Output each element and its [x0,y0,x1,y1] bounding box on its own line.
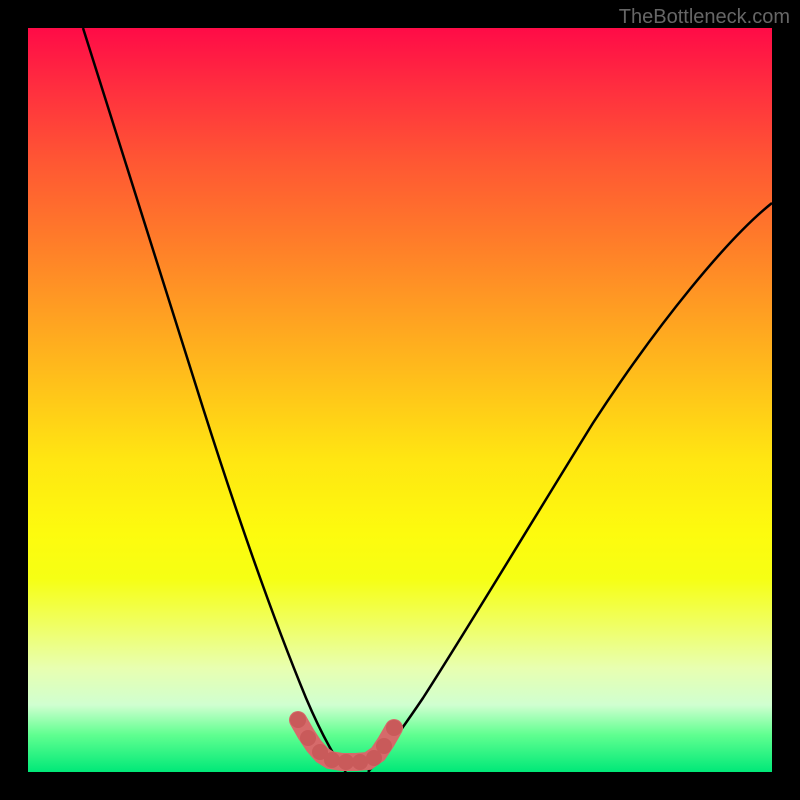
curve-right [368,203,772,772]
chart-svg [28,28,772,772]
marker-bracket [298,720,394,762]
curve-left [83,28,346,772]
chart-plot-area [28,28,772,772]
watermark-text: TheBottleneck.com [619,6,790,29]
marker-dots [290,712,402,770]
